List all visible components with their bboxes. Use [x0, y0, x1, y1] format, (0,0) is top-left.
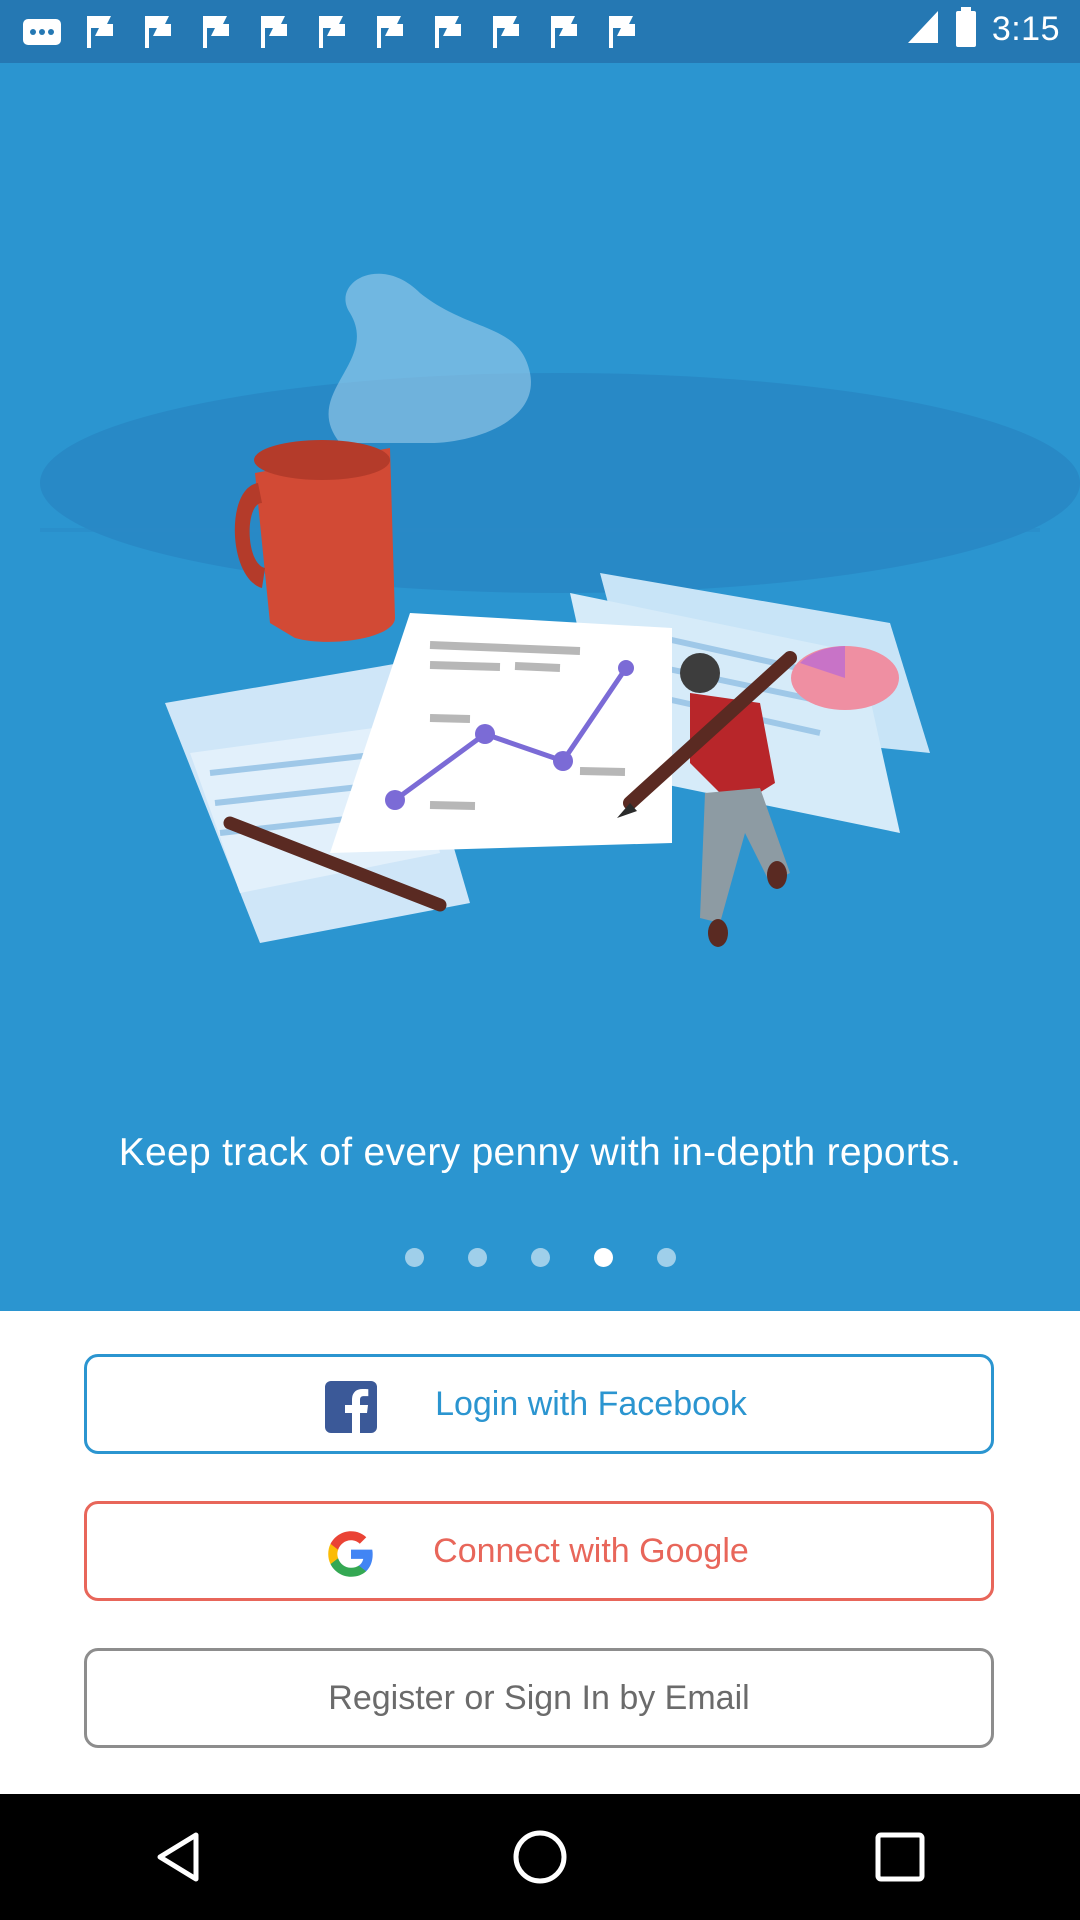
google-connect-label: Connect with Google	[433, 1531, 749, 1570]
system-nav-bar	[0, 1794, 1080, 1920]
page-dot-active[interactable]	[593, 1248, 613, 1267]
flag-icon	[80, 12, 120, 52]
reports-illustration	[0, 63, 1080, 1063]
recents-icon	[875, 1832, 925, 1882]
page-dot[interactable]	[530, 1248, 550, 1267]
signal-icon	[904, 7, 940, 52]
home-button[interactable]	[480, 1797, 600, 1917]
status-bar: 3:15	[0, 0, 1080, 63]
back-button[interactable]	[120, 1797, 240, 1917]
flag-icon	[254, 12, 294, 52]
recents-button[interactable]	[840, 1797, 960, 1917]
flag-icon	[602, 12, 642, 52]
google-icon	[328, 1531, 373, 1577]
page-dot[interactable]	[404, 1248, 424, 1267]
page-dot[interactable]	[656, 1248, 676, 1267]
flag-icon	[370, 12, 410, 52]
onboarding-tagline: Keep track of every penny with in-depth …	[118, 1131, 962, 1174]
flag-icon	[428, 12, 468, 52]
google-connect-button[interactable]: Connect with Google	[84, 1501, 994, 1601]
flag-icon	[312, 12, 352, 52]
page-indicator[interactable]	[0, 1248, 1080, 1267]
battery-icon	[954, 6, 978, 53]
email-signin-label: Register or Sign In by Email	[328, 1678, 750, 1717]
flag-icon	[196, 12, 236, 52]
status-time: 3:15	[991, 10, 1060, 48]
onboarding-hero[interactable]: Keep track of every penny with in-depth …	[0, 63, 1080, 1311]
facebook-login-label: Login with Facebook	[435, 1384, 747, 1423]
auth-panel: Login with Facebook Connect with Google …	[0, 1311, 1080, 1794]
more-icon	[22, 12, 62, 52]
home-icon	[513, 1830, 567, 1884]
back-icon	[157, 1832, 199, 1882]
facebook-login-button[interactable]: Login with Facebook	[84, 1354, 994, 1454]
facebook-icon	[325, 1381, 377, 1433]
flag-icon	[544, 12, 584, 52]
email-signin-button[interactable]: Register or Sign In by Email	[84, 1648, 994, 1748]
flag-icon	[138, 12, 178, 52]
page-dot[interactable]	[467, 1248, 487, 1267]
flag-icon	[486, 12, 526, 52]
notification-icons	[22, 12, 642, 52]
